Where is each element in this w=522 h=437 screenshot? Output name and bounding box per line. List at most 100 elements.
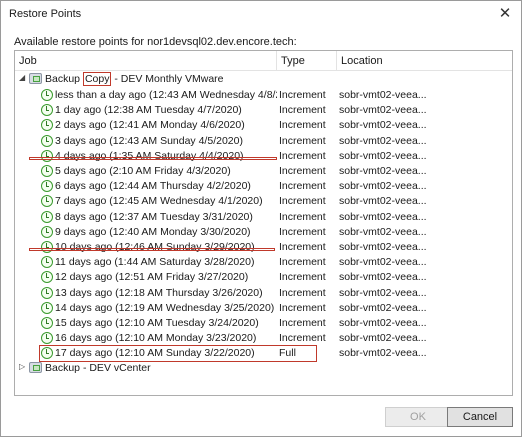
title-bar: Restore Points ✕ xyxy=(1,1,521,27)
cancel-button[interactable]: Cancel xyxy=(447,407,513,427)
restore-point-name: 6 days ago (12:44 AM Thursday 4/2/2020) xyxy=(55,180,251,193)
restore-point-type: Increment xyxy=(279,89,326,101)
expand-collapse-icon[interactable]: ◢ xyxy=(19,73,25,82)
restore-point-type: Increment xyxy=(279,256,326,269)
restore-point-row[interactable]: 14 days ago (12:19 AM Wednesday 3/25/202… xyxy=(15,301,512,316)
restore-points-dialog: Restore Points ✕ Available restore point… xyxy=(0,0,522,437)
restore-point-clock-icon xyxy=(41,241,53,253)
job-group-label: Backup - DEV vCenter xyxy=(45,362,151,374)
restore-point-clock-icon xyxy=(41,180,53,193)
restore-point-clock-icon xyxy=(41,134,53,147)
restore-point-row[interactable]: 12 days ago (12:51 AM Friday 3/27/2020) I… xyxy=(15,270,512,285)
restore-points-grid[interactable]: Job Type Location ◢ Backup Copy - DEV Mo… xyxy=(14,50,513,396)
restore-point-location: sobr-vmt02-veea... xyxy=(339,89,427,101)
restore-point-name: 8 days ago (12:37 AM Tuesday 3/31/2020) xyxy=(55,210,253,223)
job-label-suffix: - DEV Monthly VMware xyxy=(111,73,224,85)
highlighted-copy-word: Copy xyxy=(82,72,112,86)
restore-point-row[interactable]: 5 days ago (2:10 AM Friday 4/3/2020) Incr… xyxy=(15,164,512,179)
restore-point-type: Increment xyxy=(279,195,326,208)
restore-point-row[interactable]: 7 days ago (12:45 AM Wednesday 4/1/2020)… xyxy=(15,194,512,209)
backup-job-icon xyxy=(29,362,42,373)
restore-point-row[interactable]: 13 days ago (12:18 AM Thursday 3/26/2020… xyxy=(15,286,512,301)
restore-point-type: Increment xyxy=(279,165,326,177)
job-group-row[interactable]: ▷ Backup - DEV vCenter xyxy=(15,361,512,376)
restore-point-name: 2 days ago (12:41 AM Monday 4/6/2020) xyxy=(55,119,245,132)
restore-point-location: sobr-vmt02-veea... xyxy=(339,271,427,284)
restore-point-name: less than a day ago (12:43 AM Wednesday … xyxy=(55,89,277,101)
restore-point-name: 1 day ago (12:38 AM Tuesday 4/7/2020) xyxy=(55,104,242,117)
restore-point-name: 16 days ago (12:10 AM Monday 3/23/2020) xyxy=(55,332,257,345)
restore-point-location: sobr-vmt02-veea... xyxy=(339,286,427,299)
job-label-prefix: Backup xyxy=(45,73,83,85)
restore-point-name: 3 days ago (12:43 AM Sunday 4/5/2020) xyxy=(55,134,243,147)
grid-header: Job Type Location xyxy=(15,51,512,71)
restore-point-name: 14 days ago (12:19 AM Wednesday 3/25/202… xyxy=(55,301,275,314)
restore-point-row[interactable]: 15 days ago (12:10 AM Tuesday 3/24/2020)… xyxy=(15,316,512,331)
restore-point-type: Increment xyxy=(279,210,326,223)
restore-point-clock-icon xyxy=(41,286,53,299)
restore-point-name: 10 days ago (12:46 AM Sunday 3/29/2020) xyxy=(55,241,255,253)
restore-point-location: sobr-vmt02-veea... xyxy=(339,347,427,360)
column-header-location[interactable]: Location xyxy=(341,55,383,67)
annotation-highlight-box xyxy=(39,345,317,362)
annotation-strike-line xyxy=(29,248,275,251)
restore-point-clock-icon xyxy=(41,165,53,177)
restore-point-clock-icon xyxy=(41,225,53,238)
restore-point-clock-icon xyxy=(41,210,53,223)
restore-point-clock-icon xyxy=(41,271,53,284)
restore-point-type: Increment xyxy=(279,119,326,132)
restore-point-location: sobr-vmt02-veea... xyxy=(339,149,427,162)
restore-point-row[interactable]: less than a day ago (12:43 AM Wednesday … xyxy=(15,88,512,103)
restore-point-location: sobr-vmt02-veea... xyxy=(339,119,427,132)
restore-point-type: Increment xyxy=(279,301,326,314)
restore-point-name: 7 days ago (12:45 AM Wednesday 4/1/2020) xyxy=(55,195,263,208)
restore-point-location: sobr-vmt02-veea... xyxy=(339,180,427,193)
restore-point-clock-icon xyxy=(41,256,53,269)
restore-point-location: sobr-vmt02-veea... xyxy=(339,225,427,238)
column-header-type[interactable]: Type xyxy=(281,55,305,67)
restore-point-row[interactable]: 9 days ago (12:40 AM Monday 3/30/2020) In… xyxy=(15,225,512,240)
expand-icon[interactable]: ▷ xyxy=(19,362,25,371)
restore-point-row[interactable]: 2 days ago (12:41 AM Monday 4/6/2020) Inc… xyxy=(15,118,512,133)
restore-point-location: sobr-vmt02-veea... xyxy=(339,195,427,208)
job-group-label: Backup Copy - DEV Monthly VMware xyxy=(45,72,224,86)
job-group-row[interactable]: ◢ Backup Copy - DEV Monthly VMware xyxy=(15,72,512,87)
restore-point-location: sobr-vmt02-veea... xyxy=(339,210,427,223)
window-title: Restore Points xyxy=(9,8,82,20)
restore-point-clock-icon xyxy=(41,119,53,132)
restore-point-type: Increment xyxy=(279,134,326,147)
restore-point-name: 13 days ago (12:18 AM Thursday 3/26/2020… xyxy=(55,286,263,299)
restore-point-row[interactable]: 11 days ago (1:44 AM Saturday 3/28/2020)… xyxy=(15,255,512,270)
restore-point-location: sobr-vmt02-veea... xyxy=(339,301,427,314)
restore-point-name: 5 days ago (2:10 AM Friday 4/3/2020) xyxy=(55,165,231,177)
close-button[interactable]: ✕ xyxy=(493,2,517,24)
restore-point-clock-icon xyxy=(41,89,53,101)
backup-copy-job-icon xyxy=(29,73,42,84)
restore-point-clock-icon xyxy=(41,104,53,117)
restore-points-caption: Available restore points for nor1devsql0… xyxy=(14,36,297,48)
restore-point-type: Increment xyxy=(279,180,326,193)
column-separator[interactable] xyxy=(276,51,277,71)
restore-point-location: sobr-vmt02-veea... xyxy=(339,134,427,147)
restore-point-location: sobr-vmt02-veea... xyxy=(339,241,427,253)
restore-point-name: 9 days ago (12:40 AM Monday 3/30/2020) xyxy=(55,225,251,238)
restore-point-row[interactable]: 1 day ago (12:38 AM Tuesday 4/7/2020) Inc… xyxy=(15,103,512,118)
restore-point-clock-icon xyxy=(41,332,53,345)
restore-point-type: Increment xyxy=(279,241,326,253)
restore-point-clock-icon xyxy=(41,301,53,314)
restore-point-row[interactable]: 8 days ago (12:37 AM Tuesday 3/31/2020) I… xyxy=(15,210,512,225)
column-separator[interactable] xyxy=(336,51,337,71)
restore-point-type: Increment xyxy=(279,286,326,299)
ok-button[interactable]: OK xyxy=(385,407,451,427)
restore-point-name: 15 days ago (12:10 AM Tuesday 3/24/2020) xyxy=(55,317,259,329)
restore-point-row[interactable]: 3 days ago (12:43 AM Sunday 4/5/2020) Inc… xyxy=(15,134,512,149)
restore-point-type: Increment xyxy=(279,332,326,345)
restore-point-location: sobr-vmt02-veea... xyxy=(339,332,427,345)
restore-point-row[interactable]: 16 days ago (12:10 AM Monday 3/23/2020) I… xyxy=(15,331,512,346)
restore-point-clock-icon xyxy=(41,317,53,329)
column-header-job[interactable]: Job xyxy=(19,55,37,67)
restore-point-row[interactable]: 6 days ago (12:44 AM Thursday 4/2/2020) I… xyxy=(15,179,512,194)
restore-point-type: Increment xyxy=(279,317,326,329)
restore-point-location: sobr-vmt02-veea... xyxy=(339,317,427,329)
restore-point-location: sobr-vmt02-veea... xyxy=(339,104,427,117)
